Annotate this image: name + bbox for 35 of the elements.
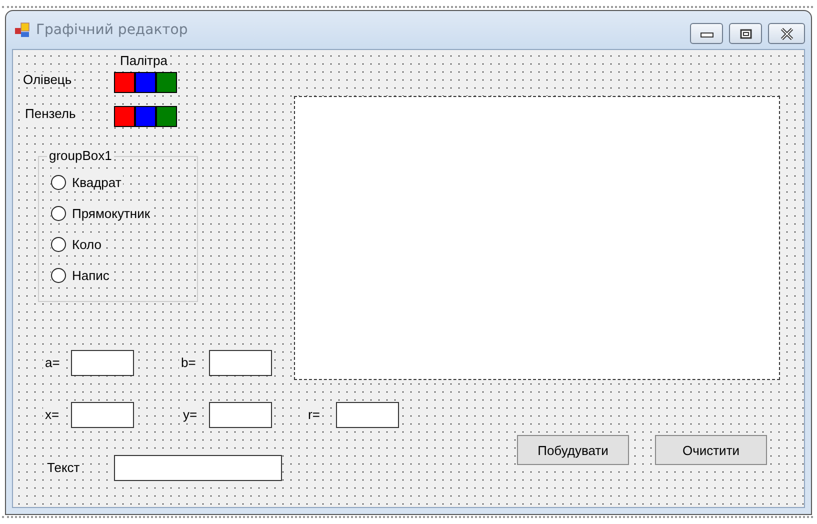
tool-label: Пензель <box>23 106 78 121</box>
color-swatch[interactable] <box>135 72 156 93</box>
action-button[interactable]: Очистити <box>655 435 767 465</box>
text-field[interactable] <box>209 402 272 428</box>
radio-option[interactable]: Квадрат <box>51 175 124 190</box>
minimize-button[interactable] <box>690 23 723 44</box>
maximize-icon <box>740 28 752 38</box>
tool-label: Олівець <box>21 72 74 87</box>
text-field[interactable] <box>71 402 134 428</box>
text-field[interactable] <box>209 350 272 376</box>
app-icon <box>14 22 30 38</box>
field-label: r= <box>306 407 322 422</box>
close-button[interactable] <box>768 23 805 44</box>
palette-label: Палітра <box>118 53 170 68</box>
maximize-button[interactable] <box>729 23 762 44</box>
field-label: Текст <box>45 460 82 475</box>
radio-option[interactable]: Напис <box>51 268 112 283</box>
text-field[interactable] <box>336 402 399 428</box>
minimize-icon <box>700 30 714 38</box>
action-button[interactable]: Побудувати <box>517 435 629 465</box>
text-field[interactable] <box>114 455 282 481</box>
field-label: x= <box>43 407 62 422</box>
color-swatch[interactable] <box>135 106 156 127</box>
window-title: Графічний редактор <box>36 22 188 38</box>
field-label: y= <box>181 407 200 422</box>
radio-option[interactable]: Коло <box>51 237 104 252</box>
radio-option[interactable]: Прямокутник <box>51 206 152 221</box>
group-box-title: groupBox1 <box>47 148 114 163</box>
text-field[interactable] <box>71 350 134 376</box>
color-swatch[interactable] <box>114 72 135 93</box>
field-label: b= <box>179 355 198 370</box>
close-icon <box>780 28 794 40</box>
color-swatch[interactable] <box>156 72 177 93</box>
color-swatch[interactable] <box>114 106 135 127</box>
color-swatch[interactable] <box>156 106 177 127</box>
